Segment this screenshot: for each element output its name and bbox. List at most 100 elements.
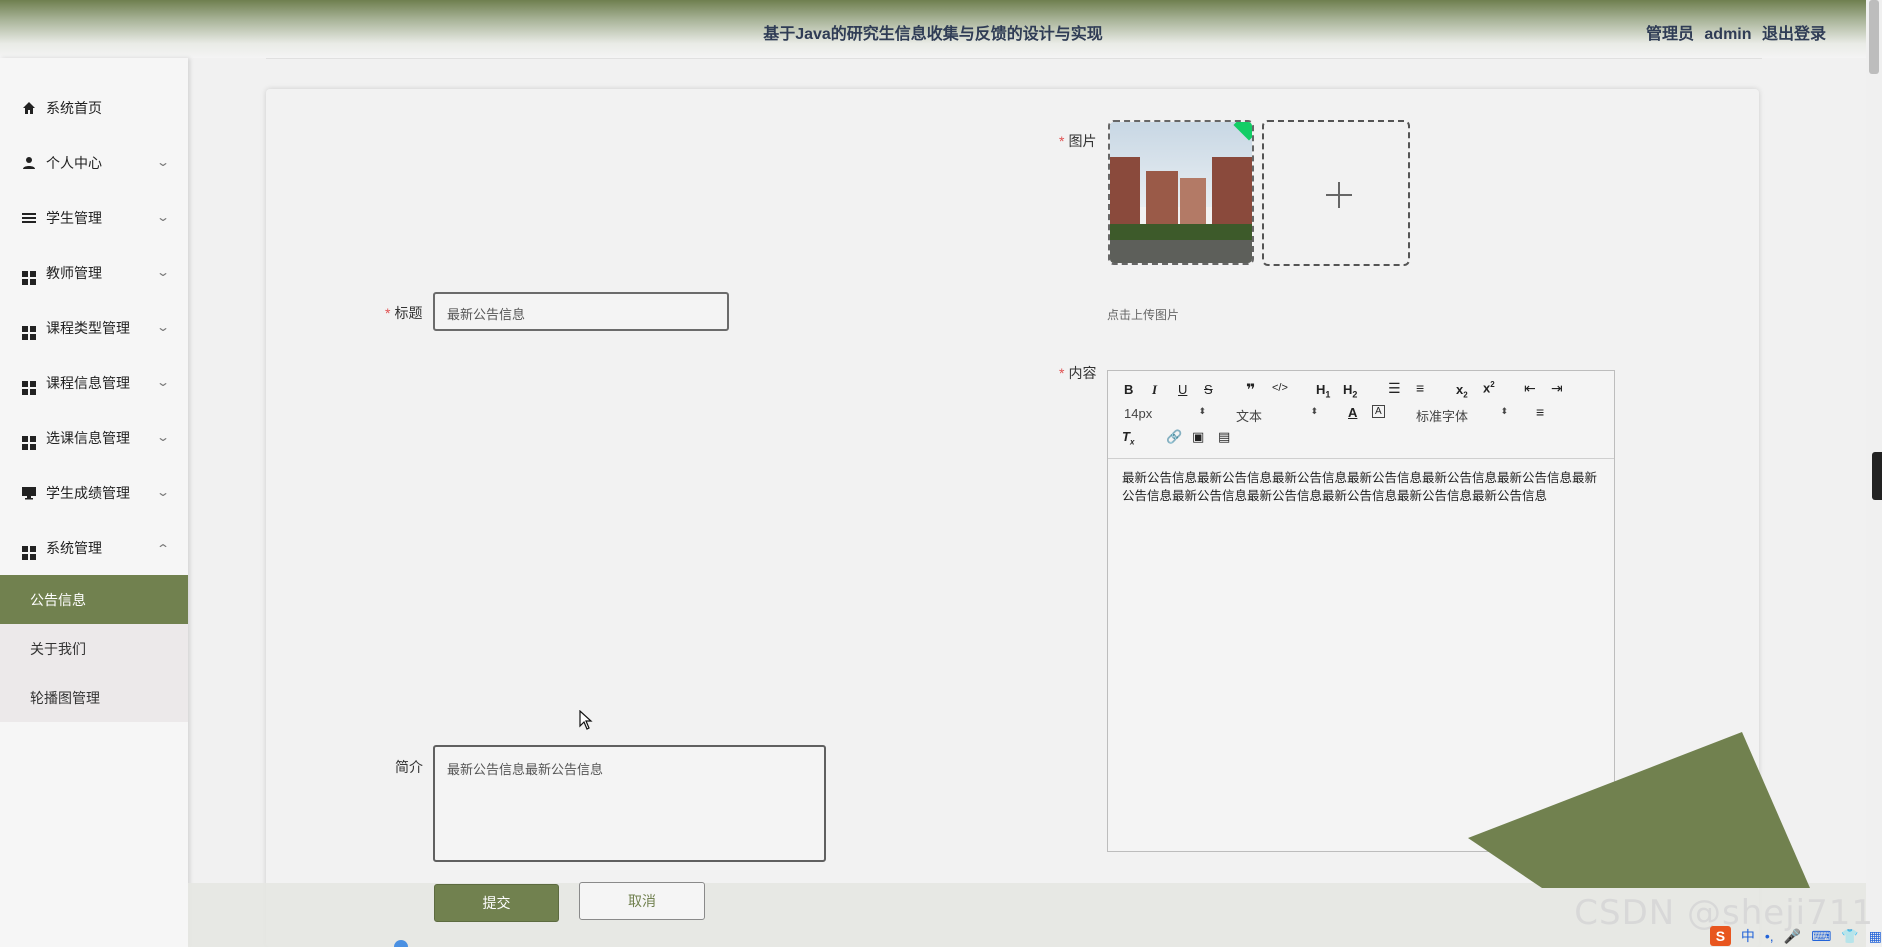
ime-toolbar: S 中 •, 🎤 ⌨ 👕 ▦ xyxy=(1702,925,1882,947)
image-label: * 图片 xyxy=(1059,133,1097,149)
select-arrow-icon: ⬍ xyxy=(1500,406,1508,416)
ordered-list-icon[interactable]: ☰ xyxy=(1388,380,1401,397)
chevron-down-icon: ⌄ xyxy=(155,375,171,389)
user-area: 管理员 admin 退出登录 xyxy=(1640,20,1826,44)
subscript-icon[interactable]: x2 xyxy=(1456,382,1468,400)
align-icon[interactable]: ≡ xyxy=(1536,404,1544,420)
sidebar-item-label: 学生管理 xyxy=(46,209,102,226)
font-color-icon[interactable]: A xyxy=(1348,405,1357,420)
user-icon xyxy=(22,156,36,170)
cancel-button[interactable]: 取消 xyxy=(579,882,705,920)
sidebar-item-students[interactable]: 学生管理 ⌄ xyxy=(0,190,188,245)
title-input[interactable]: 最新公告信息 xyxy=(433,292,729,331)
clear-format-icon[interactable]: Tx xyxy=(1122,429,1134,447)
select-arrow-icon: ⬍ xyxy=(1198,406,1206,416)
link-icon[interactable]: 🔗 xyxy=(1166,429,1182,445)
bullet-list-icon[interactable]: ≡ xyxy=(1416,380,1424,396)
intro-label: 简介 xyxy=(395,759,423,775)
page-title: 基于Java的研究生信息收集与反馈的设计与实现 xyxy=(763,26,1103,43)
home-icon xyxy=(22,101,36,115)
font-size-select[interactable]: 14px ⬍ xyxy=(1124,406,1206,421)
superscript-icon[interactable]: x2 xyxy=(1483,380,1495,395)
sidebar-item-label: 选课信息管理 xyxy=(46,429,130,446)
image-upload-button[interactable] xyxy=(1262,120,1410,266)
upload-tip: 点击上传图片 xyxy=(1107,308,1180,322)
mouse-cursor-icon xyxy=(579,710,593,730)
decorative-shape xyxy=(1468,732,1810,888)
heading1-icon[interactable]: H1 xyxy=(1316,382,1330,400)
sidebar-item-label: 学生成绩管理 xyxy=(46,484,130,501)
sidebar-subitem-about[interactable]: 关于我们 xyxy=(0,624,188,673)
grid-icon xyxy=(22,321,36,340)
sidebar-item-grades[interactable]: 学生成绩管理 ⌄ xyxy=(0,465,188,520)
sidebar-item-label: 教师管理 xyxy=(46,264,102,281)
header-divider xyxy=(266,58,1762,59)
grid-icon xyxy=(22,431,36,450)
background-color-icon[interactable]: A xyxy=(1372,405,1385,418)
grid-icon xyxy=(22,266,36,285)
sidebar-item-label: 系统首页 xyxy=(46,99,102,116)
user-role: 管理员 xyxy=(1645,26,1694,43)
sogou-icon[interactable]: S xyxy=(1710,926,1731,946)
content-label: * 内容 xyxy=(1059,365,1097,381)
sidebar-item-teachers[interactable]: 教师管理 ⌄ xyxy=(0,245,188,300)
sidebar-subitem-notices[interactable]: 公告信息 xyxy=(0,575,188,624)
chevron-up-icon: ⌃ xyxy=(155,542,171,556)
sidebar: 系统首页 个人中心 ⌄ 学生管理 ⌄ 教师管理 ⌄ 课程类型管理 ⌄ 课程信息管… xyxy=(0,58,188,947)
microphone-icon[interactable]: 🎤 xyxy=(1784,928,1801,945)
sidebar-item-label: 课程类型管理 xyxy=(46,319,130,336)
side-handle[interactable] xyxy=(1872,452,1882,500)
floating-dot xyxy=(394,940,408,947)
scrollbar-thumb[interactable] xyxy=(1869,0,1879,74)
title-label: * 标题 xyxy=(385,305,423,321)
shirt-icon[interactable]: 👕 xyxy=(1841,928,1858,945)
heading2-icon[interactable]: H2 xyxy=(1343,382,1357,400)
grid-icon xyxy=(22,541,36,560)
bold-icon[interactable]: B xyxy=(1124,382,1133,397)
sidebar-item-home[interactable]: 系统首页 xyxy=(0,80,188,135)
uploaded-image-thumbnail[interactable] xyxy=(1108,120,1254,265)
sidebar-item-label: 课程信息管理 xyxy=(46,374,130,391)
chevron-down-icon: ⌄ xyxy=(155,320,171,334)
outdent-icon[interactable]: ⇤ xyxy=(1524,380,1536,397)
sidebar-item-system[interactable]: 系统管理 ⌃ xyxy=(0,520,188,575)
monitor-icon xyxy=(22,486,36,500)
sidebar-item-courses[interactable]: 课程信息管理 ⌄ xyxy=(0,355,188,410)
sidebar-subitem-carousel[interactable]: 轮播图管理 xyxy=(0,673,188,722)
sidebar-item-course-types[interactable]: 课程类型管理 ⌄ xyxy=(0,300,188,355)
ime-lang[interactable]: 中 xyxy=(1741,926,1755,946)
sidebar-item-enrollment[interactable]: 选课信息管理 ⌄ xyxy=(0,410,188,465)
list-icon xyxy=(22,211,36,225)
underline-icon[interactable]: U xyxy=(1178,382,1187,397)
select-arrow-icon: ⬍ xyxy=(1310,406,1318,416)
required-mark: * xyxy=(385,305,391,321)
font-family-select[interactable]: 标准字体 ⬍ xyxy=(1416,406,1508,425)
chevron-down-icon: ⌄ xyxy=(155,210,171,224)
code-icon[interactable]: </> xyxy=(1272,382,1288,394)
intro-textarea[interactable]: 最新公告信息最新公告信息 xyxy=(433,745,826,862)
chevron-down-icon: ⌄ xyxy=(155,430,171,444)
sidebar-item-label: 个人中心 xyxy=(46,154,102,171)
apps-icon[interactable]: ▦ xyxy=(1869,928,1882,945)
image-icon[interactable]: ▣ xyxy=(1192,429,1204,445)
punctuation-icon[interactable]: •, xyxy=(1765,928,1774,944)
grid-icon xyxy=(22,376,36,395)
blockquote-icon[interactable]: ❞ xyxy=(1246,380,1255,400)
strikethrough-icon[interactable]: S xyxy=(1204,382,1213,397)
block-type-select[interactable]: 文本 ⬍ xyxy=(1236,406,1318,425)
chevron-down-icon: ⌄ xyxy=(155,265,171,279)
username: admin xyxy=(1704,26,1752,43)
editor-toolbar: B I U S ❞ </> H1 H2 ☰ ≡ x2 x2 ⇤ ⇥ 14px ⬍ … xyxy=(1108,371,1614,459)
required-mark: * xyxy=(1059,365,1065,381)
indent-icon[interactable]: ⇥ xyxy=(1551,380,1563,397)
sidebar-item-label: 系统管理 xyxy=(46,539,102,556)
keyboard-icon[interactable]: ⌨ xyxy=(1811,928,1831,945)
italic-icon[interactable]: I xyxy=(1152,382,1157,398)
sidebar-item-profile[interactable]: 个人中心 ⌄ xyxy=(0,135,188,190)
video-icon[interactable]: ▤ xyxy=(1218,429,1230,445)
logout-button[interactable]: 退出登录 xyxy=(1762,26,1826,43)
chevron-down-icon: ⌄ xyxy=(155,155,171,169)
submit-button[interactable]: 提交 xyxy=(434,884,559,922)
required-mark: * xyxy=(1059,133,1065,149)
editor-content[interactable]: 最新公告信息最新公告信息最新公告信息最新公告信息最新公告信息最新公告信息最新公告… xyxy=(1122,469,1602,505)
